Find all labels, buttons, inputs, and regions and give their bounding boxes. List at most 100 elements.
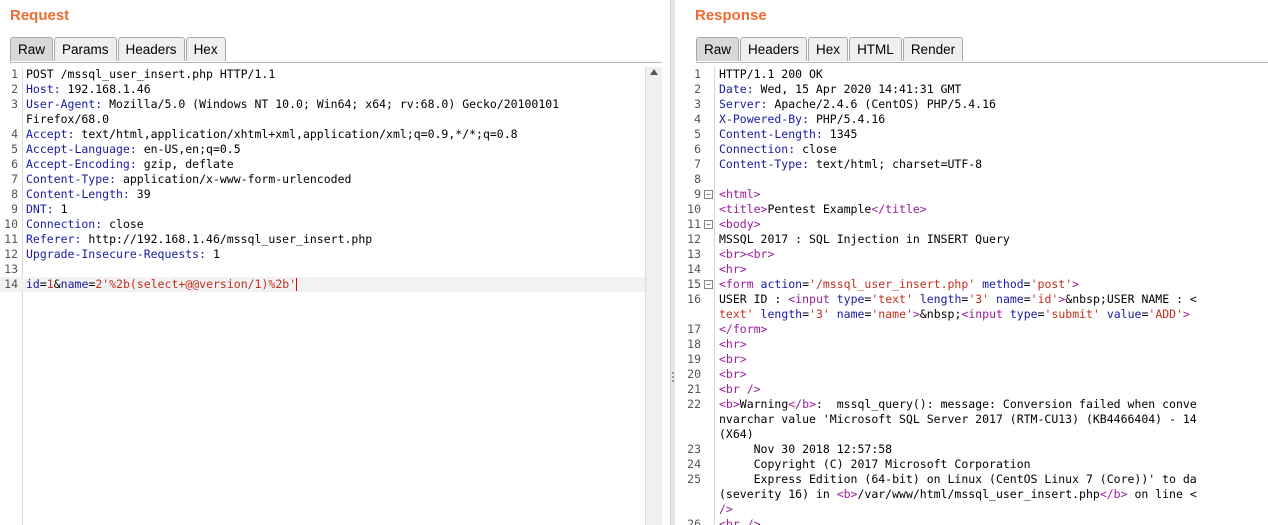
response-code-line: 25 Express Edition (64-bit) on Linux (Ce… bbox=[684, 472, 1268, 487]
response-code-line: (X64) bbox=[684, 427, 1268, 442]
code-token: = bbox=[1023, 292, 1031, 306]
line-content: Connection: close bbox=[26, 217, 144, 232]
response-code-line: 1 HTTP/1.1 200 OK bbox=[684, 67, 1268, 82]
request-editor[interactable]: 1 POST /mssql_user_insert.php HTTP/1.1 2 Ho… bbox=[0, 67, 646, 525]
response-code-line: (severity 16) in <b>/var/www/html/mssql_… bbox=[684, 487, 1268, 502]
code-token: 'post' bbox=[1030, 277, 1073, 291]
code-token: 39 bbox=[129, 187, 151, 201]
code-token: text/html; charset=UTF-8 bbox=[809, 157, 983, 171]
request-code-line: 13 bbox=[0, 262, 646, 277]
code-token: Warning bbox=[739, 397, 789, 411]
line-content: (severity 16) in <b>/var/www/html/mssql_… bbox=[719, 487, 1197, 502]
response-tab-render[interactable]: Render bbox=[902, 37, 964, 61]
response-pane: Response Raw Headers Hex HTML Render 1 HTTP/1… bbox=[684, 0, 1268, 525]
code-token: name bbox=[829, 307, 865, 321]
line-number: 19 bbox=[687, 352, 701, 366]
fold-collapse-icon[interactable]: − bbox=[704, 280, 713, 289]
code-token: close bbox=[795, 142, 837, 156]
code-token: Firefox/68.0 bbox=[26, 112, 110, 126]
request-tab-params[interactable]: Params bbox=[54, 37, 117, 61]
request-code-line: 4 Accept: text/html,application/xhtml+xml… bbox=[0, 127, 646, 142]
code-token: Apache/2.4.6 (CentOS) PHP/5.4.16 bbox=[767, 97, 996, 111]
response-code-line: 23 Nov 30 2018 12:57:58 bbox=[684, 442, 1268, 457]
line-number: 4 bbox=[694, 112, 701, 126]
line-content: Firefox/68.0 bbox=[26, 112, 109, 127]
line-number: 8 bbox=[11, 187, 18, 201]
line-number: 12 bbox=[687, 232, 701, 246]
code-token: Content-Length: bbox=[719, 127, 823, 141]
code-token: <b> bbox=[836, 487, 858, 501]
request-code-line: 8 Content-Length: 39 bbox=[0, 187, 646, 202]
response-code-line: 13 <br><br> bbox=[684, 247, 1268, 262]
response-code-line: /> bbox=[684, 502, 1268, 517]
line-number: 23 bbox=[687, 442, 701, 456]
request-title: Request bbox=[10, 7, 70, 24]
response-code-line: 5 Content-Length: 1345 bbox=[684, 127, 1268, 142]
fold-collapse-icon[interactable]: − bbox=[704, 190, 713, 199]
response-tab-html[interactable]: HTML bbox=[849, 37, 902, 61]
line-content: <hr> bbox=[719, 337, 747, 352]
response-tab-raw[interactable]: Raw bbox=[696, 37, 740, 61]
line-number: 1 bbox=[11, 67, 18, 81]
response-tab-hex[interactable]: Hex bbox=[808, 37, 849, 61]
code-token: <br> bbox=[719, 367, 747, 381]
text-cursor bbox=[296, 278, 298, 291]
line-number: 9 bbox=[11, 202, 18, 216]
line-number: 1 bbox=[694, 67, 701, 81]
line-content: (X64) bbox=[719, 427, 754, 442]
request-tab-headers[interactable]: Headers bbox=[117, 37, 185, 61]
code-token: id bbox=[26, 277, 40, 291]
response-code-line: 26 <br /> bbox=[684, 517, 1268, 525]
response-editor[interactable]: 1 HTTP/1.1 200 OK 2 Date: Wed, 15 Apr 2020 … bbox=[684, 67, 1268, 525]
fold-collapse-icon[interactable]: − bbox=[704, 220, 713, 229]
line-number: 2 bbox=[11, 82, 18, 96]
code-token: Express Edition (64-bit) on Linux (CentO… bbox=[719, 472, 1197, 486]
line-number: 21 bbox=[687, 382, 701, 396]
code-token: 'id' bbox=[1030, 292, 1059, 306]
request-pane: Request Raw Params Headers Hex 1 POST /mssql… bbox=[0, 0, 662, 525]
code-token: = bbox=[1037, 307, 1045, 321]
scroll-up-icon[interactable] bbox=[650, 69, 658, 75]
line-content: Connection: close bbox=[719, 142, 837, 157]
response-code-line: 10 <title>Pentest Example</title> bbox=[684, 202, 1268, 217]
code-token: http://192.168.1.46/mssql_user_insert.ph… bbox=[81, 232, 373, 246]
code-token: <body> bbox=[719, 217, 761, 231]
response-tab-headers[interactable]: Headers bbox=[740, 37, 808, 61]
line-content: /> bbox=[719, 502, 733, 517]
code-token: &nbsp;USER NAME : < bbox=[1065, 292, 1197, 306]
code-token: 1 bbox=[206, 247, 220, 261]
line-content: Content-Length: 1345 bbox=[719, 127, 857, 142]
line-number: 24 bbox=[687, 457, 701, 471]
line-number: 13 bbox=[687, 247, 701, 261]
response-code-line: 8 bbox=[684, 172, 1268, 187]
request-scrollbar[interactable] bbox=[645, 67, 662, 525]
code-token: Upgrade-Insecure-Requests: bbox=[26, 247, 207, 261]
code-token: on line < bbox=[1127, 487, 1197, 501]
response-code-line: 12 MSSQL 2017 : SQL Injection in INSERT Q… bbox=[684, 232, 1268, 247]
line-content: DNT: 1 bbox=[26, 202, 68, 217]
code-token: Accept-Language: bbox=[26, 142, 137, 156]
request-code-line: 6 Accept-Encoding: gzip, deflate bbox=[0, 157, 646, 172]
line-number: 7 bbox=[11, 172, 18, 186]
code-token: 192.168.1.46 bbox=[60, 82, 151, 96]
code-token: 'ADD' bbox=[1148, 307, 1184, 321]
code-token: type bbox=[836, 292, 865, 306]
line-number: 3 bbox=[11, 97, 18, 111]
code-token: </form> bbox=[719, 322, 768, 336]
request-code-line: 1 POST /mssql_user_insert.php HTTP/1.1 bbox=[0, 67, 646, 82]
code-token: Date: bbox=[719, 82, 754, 96]
code-token: HTTP/1.1 200 OK bbox=[719, 67, 823, 81]
line-content: HTTP/1.1 200 OK bbox=[719, 67, 823, 82]
code-token: = bbox=[802, 307, 810, 321]
line-content: Upgrade-Insecure-Requests: 1 bbox=[26, 247, 220, 262]
line-content: User-Agent: Mozilla/5.0 (Windows NT 10.0… bbox=[26, 97, 559, 112]
code-token: = bbox=[802, 277, 810, 291]
code-token: Copyright (C) 2017 Microsoft Corporation bbox=[719, 457, 1031, 471]
pane-splitter[interactable] bbox=[662, 0, 684, 525]
code-token: : mssql_query(): message: Conversion fai… bbox=[815, 397, 1197, 411]
code-token: type bbox=[1009, 307, 1038, 321]
line-content: Content-Type: text/html; charset=UTF-8 bbox=[719, 157, 982, 172]
request-tab-raw[interactable]: Raw bbox=[10, 37, 54, 61]
line-content: <body> bbox=[719, 217, 761, 232]
request-tab-hex[interactable]: Hex bbox=[185, 37, 226, 61]
